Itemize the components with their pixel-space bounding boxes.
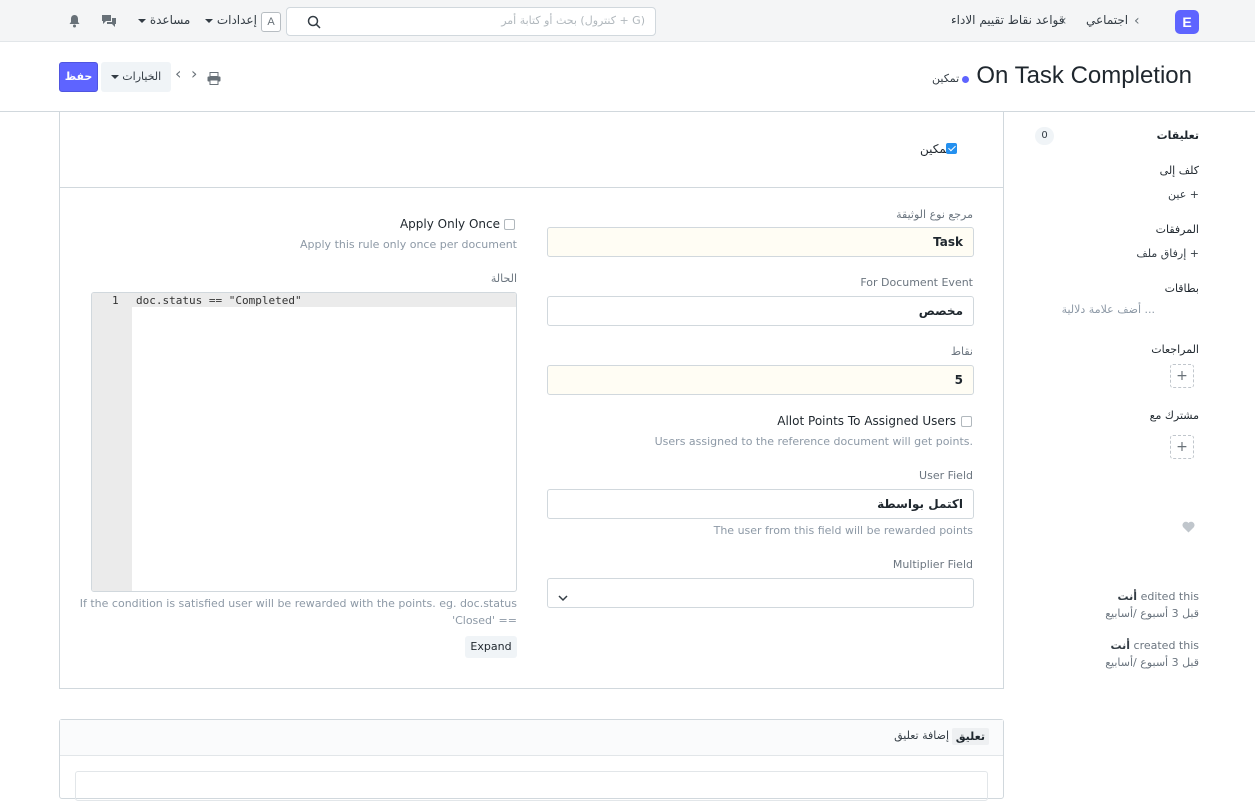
tags-heading: بطاقات: [1164, 282, 1199, 295]
comments-heading: تعليقات: [1156, 129, 1199, 142]
plus-icon: +: [1189, 188, 1199, 201]
activity-created: أنت created this: [1110, 639, 1199, 652]
activity-actor: أنت: [1117, 590, 1138, 603]
apply-once-label: Apply Only Once: [399, 217, 500, 231]
activity-edited: أنت edited this: [1118, 590, 1199, 603]
next-doc-icon[interactable]: ›: [191, 64, 197, 83]
comment-section: تعليق إضافة تعليق: [59, 719, 1004, 801]
help-label: مساعدة: [149, 13, 191, 27]
reference-doctype-value: Task: [933, 235, 963, 249]
allot-points-checkbox[interactable]: [961, 416, 972, 427]
print-icon[interactable]: [207, 70, 221, 89]
tab-comment[interactable]: تعليق: [951, 728, 989, 745]
search-icon: [307, 14, 321, 33]
user-field-value: اكتمل بواسطة: [877, 497, 963, 511]
heart-icon[interactable]: [1182, 518, 1195, 537]
menu-button[interactable]: الخيارات: [101, 62, 171, 92]
activity-action: edited this: [1140, 590, 1199, 603]
document-event-label: For Document Event: [860, 276, 973, 289]
chat-icon[interactable]: [101, 13, 117, 32]
bell-icon[interactable]: [68, 13, 81, 32]
condition-help-line-1: If the condition is satisfied user will …: [79, 597, 517, 610]
attach-label: إرفاق ملف: [1136, 247, 1187, 260]
points-field[interactable]: 5: [547, 365, 974, 395]
points-value: 5: [954, 373, 963, 387]
caret-down-icon: [205, 18, 213, 23]
user-field-input[interactable]: اكتمل بواسطة: [547, 489, 974, 519]
comment-tabs: تعليق إضافة تعليق: [60, 720, 1003, 756]
enabled-checkbox[interactable]: [946, 143, 957, 154]
add-tag-link[interactable]: أضف علامة دلالية ...: [1062, 303, 1155, 316]
app-logo[interactable]: E: [1175, 10, 1199, 34]
help-dropdown[interactable]: مساعدة: [138, 13, 190, 27]
apply-once-help: Apply this rule only once per document: [300, 238, 517, 251]
form-layout: تمكين مرجع نوع الوثيقة Task For Document…: [59, 112, 1004, 689]
allot-points-label: Allot Points To Assigned Users: [777, 414, 956, 428]
breadcrumb-social[interactable]: اجتماعي: [1086, 13, 1128, 27]
caret-down-icon: [110, 75, 119, 79]
search-placeholder: بحث أو كتابة أمر (كنترول + G): [501, 14, 645, 27]
status-dot: [962, 75, 970, 83]
user-field-label: User Field: [919, 469, 973, 482]
breadcrumb-energy-point-rules[interactable]: قواعد نقاط تقييم الاداء: [951, 13, 1064, 27]
search-input[interactable]: بحث أو كتابة أمر (كنترول + G): [286, 7, 656, 36]
shared-with-heading: مشترك مع: [1149, 409, 1199, 422]
status-indicator: تمكين: [932, 72, 970, 85]
multiplier-field-label: Multiplier Field: [892, 558, 973, 571]
section-divider: [60, 187, 1003, 188]
reference-doctype-label: مرجع نوع الوثيقة: [896, 208, 973, 221]
add-share-button[interactable]: +: [1170, 435, 1194, 459]
condition-label: الحالة: [490, 272, 517, 285]
page-title: On Task Completion: [976, 62, 1192, 89]
status-label: تمكين: [932, 72, 960, 85]
user-avatar[interactable]: A: [261, 12, 281, 32]
assign-link[interactable]: عين +: [1168, 188, 1199, 201]
condition-code-editor[interactable]: 1 doc.status == "Completed": [91, 292, 517, 592]
settings-label: إعدادات: [216, 13, 257, 27]
comment-input[interactable]: [75, 771, 988, 801]
document-event-value: مخصص: [918, 304, 963, 318]
top-navbar: E ‹ اجتماعي ‹ قواعد نقاط تقييم الاداء بح…: [0, 0, 1255, 42]
prev-doc-icon[interactable]: ‹: [175, 64, 181, 83]
comments-count-badge: 0: [1035, 127, 1054, 145]
attach-file-link[interactable]: إرفاق ملف +: [1136, 247, 1199, 260]
chevron-left-icon: ‹: [1134, 13, 1140, 29]
condition-code: doc.status == "Completed": [136, 294, 302, 307]
caret-down-icon: [138, 18, 146, 23]
page-head: On Task Completion تمكين › ‹ الخيارات حف…: [0, 42, 1255, 112]
activity-time: قبل 3 أسبوع /أسابيع: [1105, 607, 1199, 620]
apply-once-checkbox[interactable]: [504, 219, 515, 230]
menu-label: الخيارات: [122, 70, 162, 83]
expand-button[interactable]: Expand: [465, 636, 517, 658]
multiplier-field-select[interactable]: [547, 578, 974, 608]
tab-add-comment[interactable]: إضافة تعليق: [894, 729, 949, 742]
plus-icon: +: [1189, 247, 1199, 260]
activity-actor: أنت: [1110, 639, 1131, 652]
line-gutter: [92, 293, 132, 591]
assigned-to-heading: كلف إلى: [1159, 164, 1199, 177]
document-event-field[interactable]: مخصص: [547, 296, 974, 326]
user-field-help: The user from this field will be rewarde…: [713, 524, 973, 537]
add-review-button[interactable]: +: [1170, 364, 1194, 388]
settings-dropdown[interactable]: إعدادات: [205, 13, 257, 27]
allot-points-help: Users assigned to the reference document…: [654, 435, 973, 448]
reviews-heading: المراجعات: [1151, 343, 1199, 356]
line-number: 1: [112, 294, 119, 307]
attachments-heading: المرفقات: [1155, 223, 1199, 236]
reference-doctype-field[interactable]: Task: [547, 227, 974, 257]
points-label: نقاط: [950, 345, 973, 358]
activity-time: قبل 3 أسبوع /أسابيع: [1105, 656, 1199, 669]
chevron-down-icon: [558, 588, 568, 607]
save-button[interactable]: حفظ: [59, 62, 98, 92]
activity-action: created this: [1133, 639, 1199, 652]
assign-label: عين: [1168, 188, 1187, 201]
condition-help-line-2: 'Closed' ==: [452, 614, 517, 627]
